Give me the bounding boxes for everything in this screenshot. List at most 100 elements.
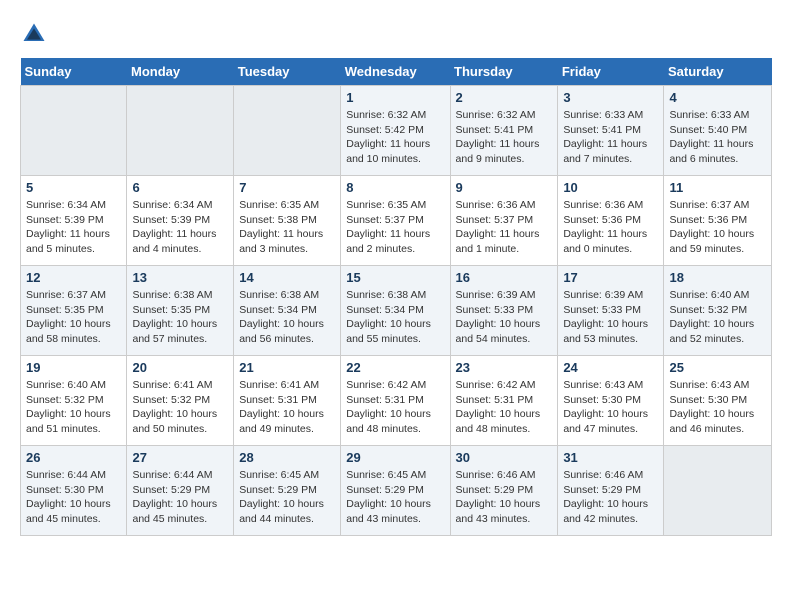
day-number: 23: [456, 360, 553, 375]
logo: [20, 20, 50, 48]
day-info: Sunrise: 6:38 AM Sunset: 5:34 PM Dayligh…: [346, 288, 444, 347]
day-info: Sunrise: 6:40 AM Sunset: 5:32 PM Dayligh…: [26, 378, 121, 437]
column-header-wednesday: Wednesday: [341, 58, 450, 86]
column-header-monday: Monday: [127, 58, 234, 86]
day-info: Sunrise: 6:45 AM Sunset: 5:29 PM Dayligh…: [239, 468, 335, 527]
calendar-cell: 27 Sunrise: 6:44 AM Sunset: 5:29 PM Dayli…: [127, 446, 234, 536]
column-header-saturday: Saturday: [664, 58, 772, 86]
column-header-thursday: Thursday: [450, 58, 558, 86]
calendar-cell: 16 Sunrise: 6:39 AM Sunset: 5:33 PM Dayli…: [450, 266, 558, 356]
day-number: 17: [563, 270, 658, 285]
day-info: Sunrise: 6:38 AM Sunset: 5:34 PM Dayligh…: [239, 288, 335, 347]
day-number: 11: [669, 180, 766, 195]
calendar-cell: 31 Sunrise: 6:46 AM Sunset: 5:29 PM Dayli…: [558, 446, 664, 536]
calendar-cell: 23 Sunrise: 6:42 AM Sunset: 5:31 PM Dayli…: [450, 356, 558, 446]
calendar-week-row: 19 Sunrise: 6:40 AM Sunset: 5:32 PM Dayli…: [21, 356, 772, 446]
day-number: 28: [239, 450, 335, 465]
calendar-cell: 25 Sunrise: 6:43 AM Sunset: 5:30 PM Dayli…: [664, 356, 772, 446]
day-number: 21: [239, 360, 335, 375]
day-number: 10: [563, 180, 658, 195]
day-number: 19: [26, 360, 121, 375]
column-header-sunday: Sunday: [21, 58, 127, 86]
calendar-cell: 28 Sunrise: 6:45 AM Sunset: 5:29 PM Dayli…: [234, 446, 341, 536]
logo-icon: [20, 20, 48, 48]
calendar-cell: 6Sunrise: 6:34 AM Sunset: 5:39 PM Daylig…: [127, 176, 234, 266]
calendar-cell: 9 Sunrise: 6:36 AM Sunset: 5:37 PM Daylig…: [450, 176, 558, 266]
day-info: Sunrise: 6:43 AM Sunset: 5:30 PM Dayligh…: [669, 378, 766, 437]
calendar-cell: 14Sunrise: 6:38 AM Sunset: 5:34 PM Dayli…: [234, 266, 341, 356]
calendar-cell: 24Sunrise: 6:43 AM Sunset: 5:30 PM Dayli…: [558, 356, 664, 446]
calendar-cell: 22 Sunrise: 6:42 AM Sunset: 5:31 PM Dayli…: [341, 356, 450, 446]
day-info: Sunrise: 6:32 AM Sunset: 5:42 PM Dayligh…: [346, 108, 444, 167]
calendar-cell: 17 Sunrise: 6:39 AM Sunset: 5:33 PM Dayli…: [558, 266, 664, 356]
day-info: Sunrise: 6:42 AM Sunset: 5:31 PM Dayligh…: [346, 378, 444, 437]
day-info: Sunrise: 6:32 AM Sunset: 5:41 PM Dayligh…: [456, 108, 553, 167]
calendar-cell: 2 Sunrise: 6:32 AM Sunset: 5:41 PM Daylig…: [450, 86, 558, 176]
calendar-table: SundayMondayTuesdayWednesdayThursdayFrid…: [20, 58, 772, 536]
calendar-cell: 11Sunrise: 6:37 AM Sunset: 5:36 PM Dayli…: [664, 176, 772, 266]
day-info: Sunrise: 6:33 AM Sunset: 5:40 PM Dayligh…: [669, 108, 766, 167]
day-number: 29: [346, 450, 444, 465]
day-info: Sunrise: 6:37 AM Sunset: 5:35 PM Dayligh…: [26, 288, 121, 347]
day-number: 27: [132, 450, 228, 465]
day-info: Sunrise: 6:35 AM Sunset: 5:38 PM Dayligh…: [239, 198, 335, 257]
day-number: 4: [669, 90, 766, 105]
calendar-cell: 8 Sunrise: 6:35 AM Sunset: 5:37 PM Daylig…: [341, 176, 450, 266]
day-info: Sunrise: 6:41 AM Sunset: 5:31 PM Dayligh…: [239, 378, 335, 437]
day-number: 22: [346, 360, 444, 375]
calendar-cell: 5 Sunrise: 6:34 AM Sunset: 5:39 PM Daylig…: [21, 176, 127, 266]
day-info: Sunrise: 6:40 AM Sunset: 5:32 PM Dayligh…: [669, 288, 766, 347]
calendar-cell: 20 Sunrise: 6:41 AM Sunset: 5:32 PM Dayli…: [127, 356, 234, 446]
day-number: 2: [456, 90, 553, 105]
day-number: 6: [132, 180, 228, 195]
column-header-friday: Friday: [558, 58, 664, 86]
day-number: 13: [132, 270, 228, 285]
calendar-cell: 29Sunrise: 6:45 AM Sunset: 5:29 PM Dayli…: [341, 446, 450, 536]
calendar-week-row: 1 Sunrise: 6:32 AM Sunset: 5:42 PM Daylig…: [21, 86, 772, 176]
day-info: Sunrise: 6:44 AM Sunset: 5:30 PM Dayligh…: [26, 468, 121, 527]
day-info: Sunrise: 6:46 AM Sunset: 5:29 PM Dayligh…: [563, 468, 658, 527]
day-info: Sunrise: 6:34 AM Sunset: 5:39 PM Dayligh…: [26, 198, 121, 257]
day-number: 1: [346, 90, 444, 105]
day-info: Sunrise: 6:39 AM Sunset: 5:33 PM Dayligh…: [456, 288, 553, 347]
day-info: Sunrise: 6:44 AM Sunset: 5:29 PM Dayligh…: [132, 468, 228, 527]
page-header: [20, 20, 772, 48]
calendar-cell: [664, 446, 772, 536]
day-number: 3: [563, 90, 658, 105]
calendar-cell: [234, 86, 341, 176]
calendar-cell: 10 Sunrise: 6:36 AM Sunset: 5:36 PM Dayli…: [558, 176, 664, 266]
calendar-cell: 12Sunrise: 6:37 AM Sunset: 5:35 PM Dayli…: [21, 266, 127, 356]
day-info: Sunrise: 6:42 AM Sunset: 5:31 PM Dayligh…: [456, 378, 553, 437]
day-number: 24: [563, 360, 658, 375]
day-number: 16: [456, 270, 553, 285]
day-info: Sunrise: 6:36 AM Sunset: 5:37 PM Dayligh…: [456, 198, 553, 257]
day-number: 5: [26, 180, 121, 195]
calendar-cell: 21 Sunrise: 6:41 AM Sunset: 5:31 PM Dayli…: [234, 356, 341, 446]
day-info: Sunrise: 6:36 AM Sunset: 5:36 PM Dayligh…: [563, 198, 658, 257]
calendar-cell: 19 Sunrise: 6:40 AM Sunset: 5:32 PM Dayli…: [21, 356, 127, 446]
day-number: 7: [239, 180, 335, 195]
calendar-header-row: SundayMondayTuesdayWednesdayThursdayFrid…: [21, 58, 772, 86]
calendar-cell: 3Sunrise: 6:33 AM Sunset: 5:41 PM Daylig…: [558, 86, 664, 176]
day-number: 26: [26, 450, 121, 465]
calendar-cell: 7 Sunrise: 6:35 AM Sunset: 5:38 PM Daylig…: [234, 176, 341, 266]
calendar-cell: 30Sunrise: 6:46 AM Sunset: 5:29 PM Dayli…: [450, 446, 558, 536]
calendar-week-row: 12Sunrise: 6:37 AM Sunset: 5:35 PM Dayli…: [21, 266, 772, 356]
day-info: Sunrise: 6:41 AM Sunset: 5:32 PM Dayligh…: [132, 378, 228, 437]
calendar-cell: 26 Sunrise: 6:44 AM Sunset: 5:30 PM Dayli…: [21, 446, 127, 536]
day-number: 9: [456, 180, 553, 195]
day-number: 31: [563, 450, 658, 465]
calendar-week-row: 5 Sunrise: 6:34 AM Sunset: 5:39 PM Daylig…: [21, 176, 772, 266]
column-header-tuesday: Tuesday: [234, 58, 341, 86]
day-number: 18: [669, 270, 766, 285]
day-info: Sunrise: 6:46 AM Sunset: 5:29 PM Dayligh…: [456, 468, 553, 527]
day-info: Sunrise: 6:39 AM Sunset: 5:33 PM Dayligh…: [563, 288, 658, 347]
day-number: 20: [132, 360, 228, 375]
calendar-cell: 1 Sunrise: 6:32 AM Sunset: 5:42 PM Daylig…: [341, 86, 450, 176]
day-number: 15: [346, 270, 444, 285]
day-info: Sunrise: 6:35 AM Sunset: 5:37 PM Dayligh…: [346, 198, 444, 257]
day-number: 25: [669, 360, 766, 375]
calendar-cell: [21, 86, 127, 176]
day-number: 8: [346, 180, 444, 195]
calendar-week-row: 26 Sunrise: 6:44 AM Sunset: 5:30 PM Dayli…: [21, 446, 772, 536]
